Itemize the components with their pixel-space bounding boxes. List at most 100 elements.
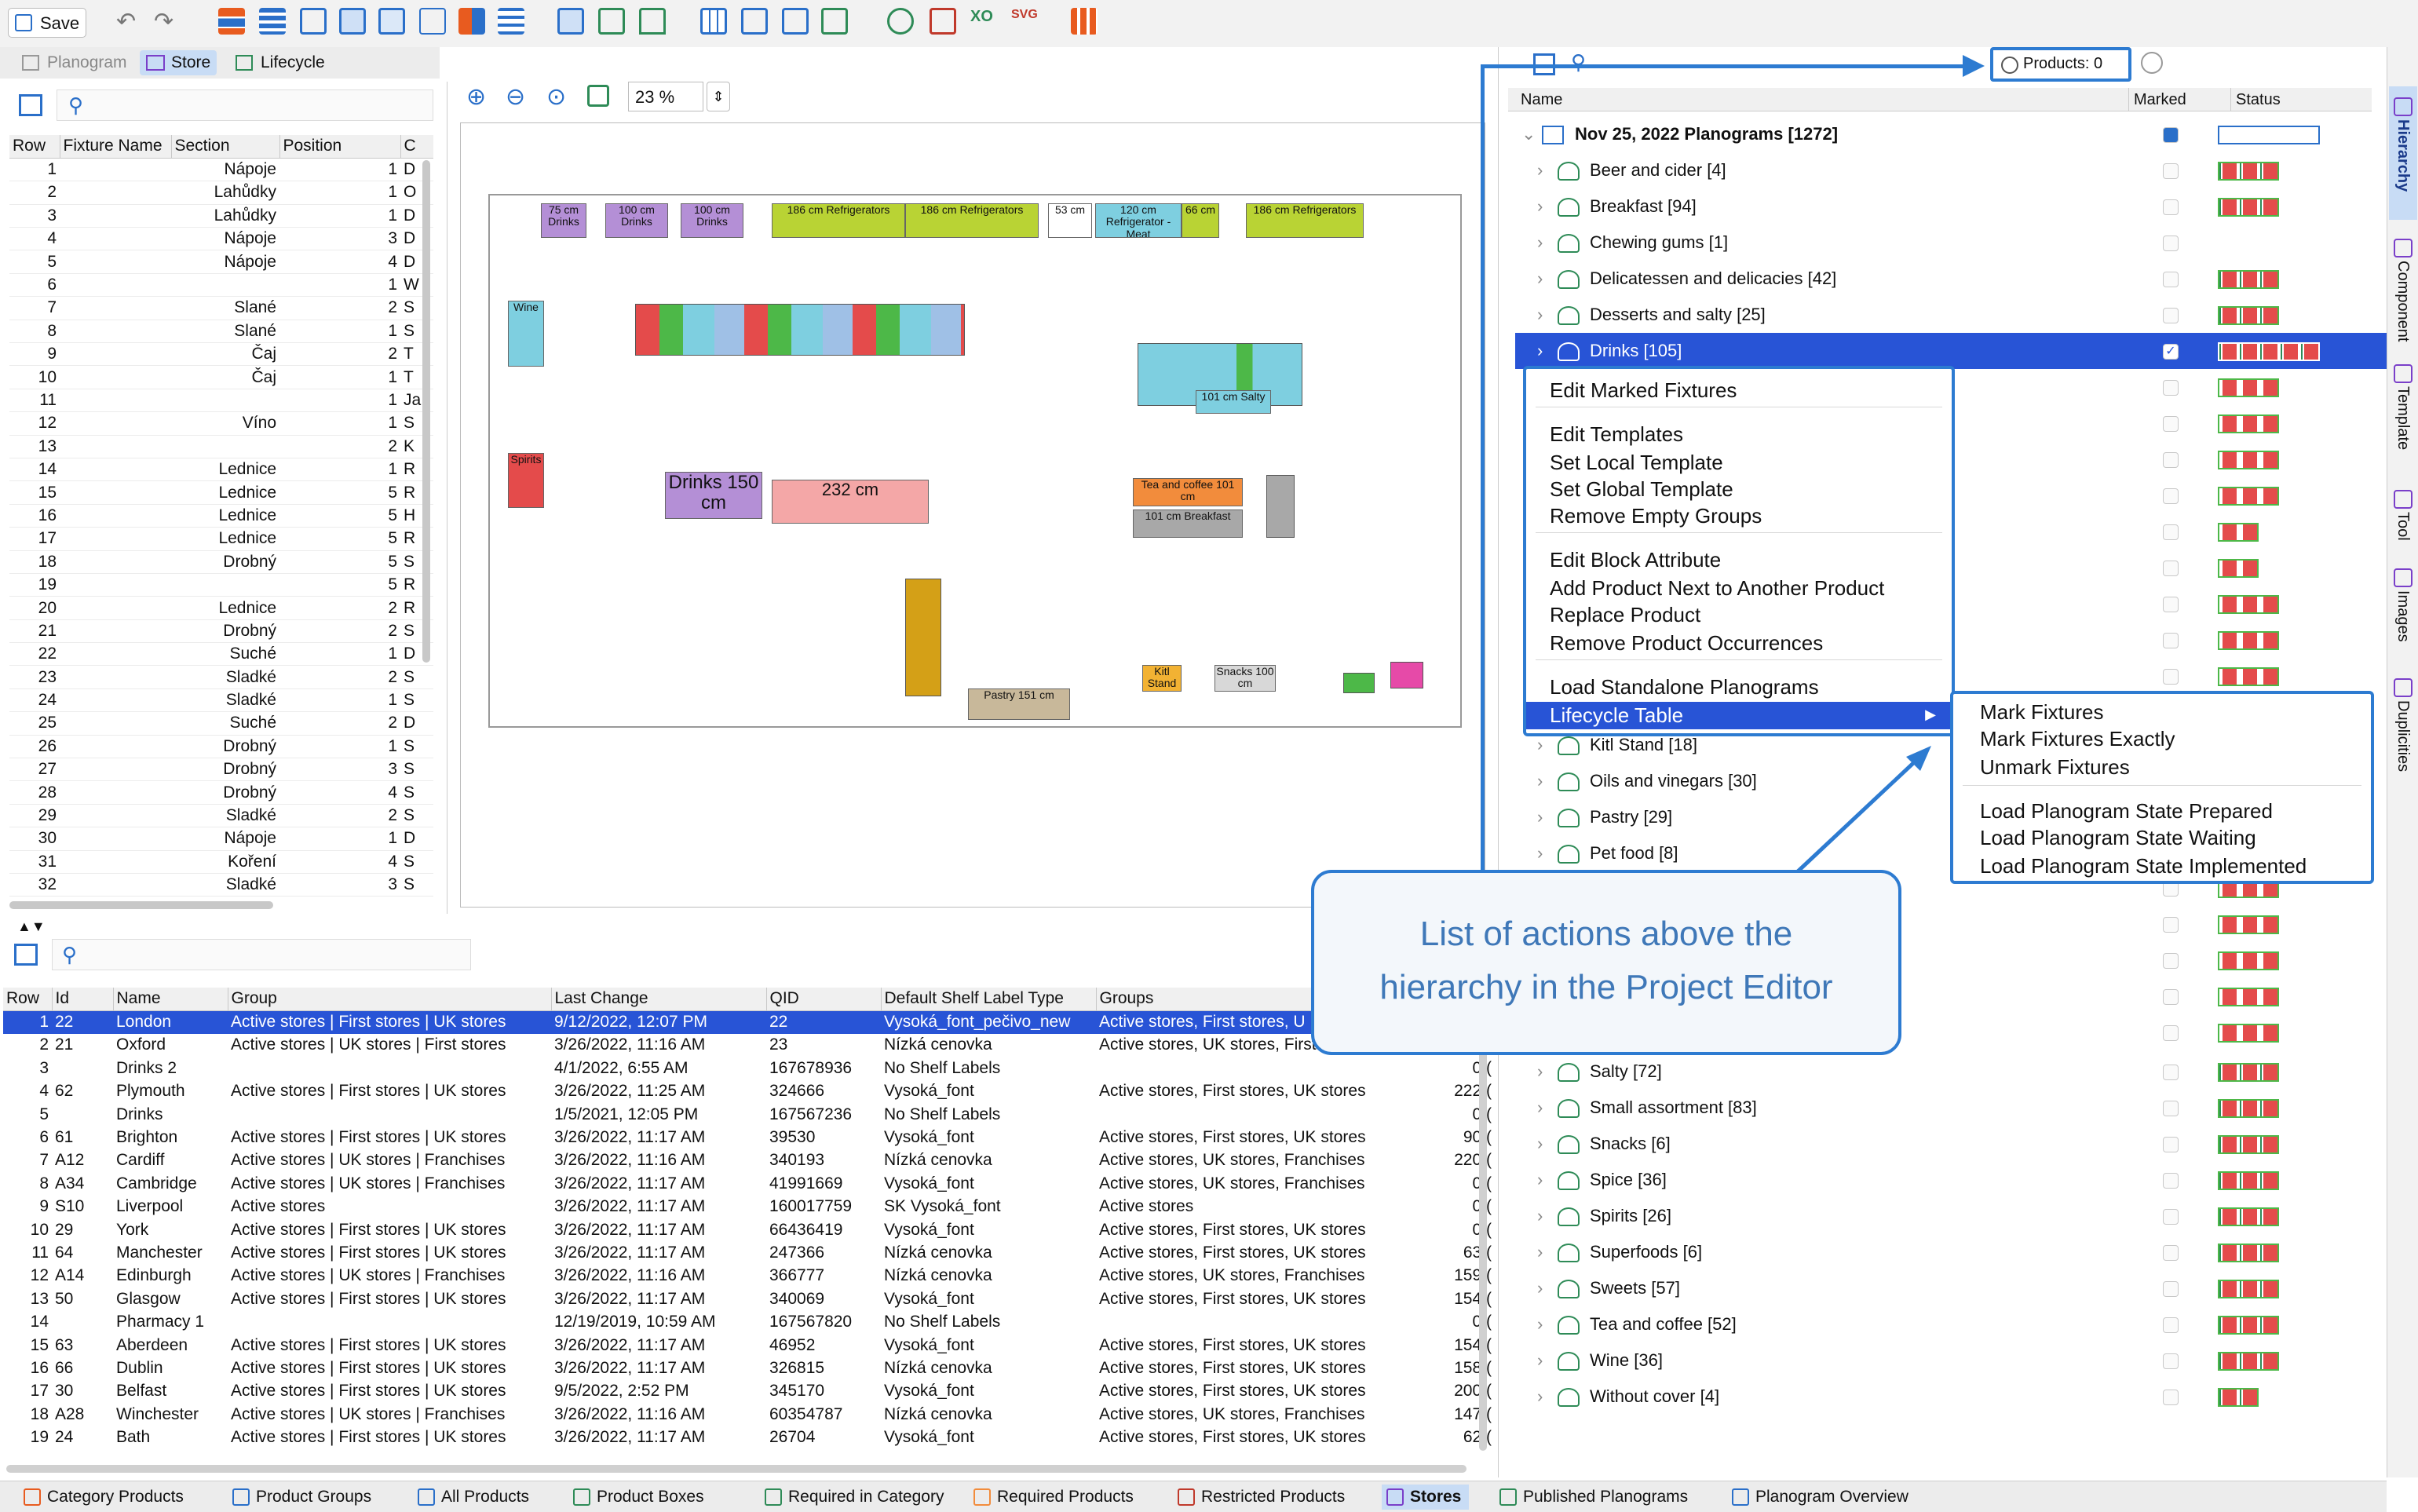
- marked-checkbox[interactable]: [2163, 917, 2179, 933]
- redo-icon[interactable]: ↷: [154, 8, 181, 35]
- marked-checkbox[interactable]: [2163, 488, 2179, 504]
- fixture-66[interactable]: 66 cm: [1182, 203, 1219, 238]
- table-row[interactable]: 9 S10 Liverpool Active stores 3/26/2022, 11:…: [3, 1196, 1495, 1218]
- table-row[interactable]: 28 Drobný 4 S: [9, 780, 433, 805]
- fixture-pink[interactable]: [1390, 662, 1423, 688]
- fixture-refrigerators-2[interactable]: 186 cm Refrigerators: [905, 203, 1039, 238]
- zoom-fit-icon[interactable]: ⊙: [546, 83, 566, 111]
- zoom-input[interactable]: 23 %: [628, 82, 703, 111]
- fixture-tea-coffee[interactable]: Tea and coffee 101 cm: [1133, 478, 1243, 506]
- sort-icon[interactable]: [218, 8, 245, 35]
- side-tab-component[interactable]: Component: [2391, 236, 2416, 341]
- table-row[interactable]: 4 62 Plymouth Active stores | First stores …: [3, 1080, 1495, 1103]
- table-row[interactable]: 24 Sladké 1 S: [9, 688, 433, 713]
- shelf-icon[interactable]: [598, 8, 625, 35]
- context-menu-item[interactable]: Lifecycle Table: [1526, 702, 1952, 729]
- marked-checkbox[interactable]: [2163, 669, 2179, 685]
- table-row[interactable]: 31 Koření 4 S: [9, 850, 433, 875]
- chevron-right-icon[interactable]: ›: [1537, 188, 1543, 225]
- chevron-right-icon[interactable]: ›: [1537, 1342, 1543, 1379]
- table-row[interactable]: 10 Čaj 1 T: [9, 365, 433, 389]
- stores-table-settings-icon[interactable]: [14, 944, 38, 966]
- fixture-refrigerators-1[interactable]: 186 cm Refrigerators: [772, 203, 905, 238]
- zoom-stepper[interactable]: ⇕: [707, 82, 730, 111]
- side-tab-duplicities[interactable]: Duplicities: [2391, 675, 2416, 772]
- bottom-tab-product-boxes[interactable]: Product Boxes: [568, 1485, 704, 1510]
- table-row[interactable]: 11 64 Manchester Active stores | First stor…: [3, 1241, 1495, 1264]
- chevron-right-icon[interactable]: ›: [1537, 1054, 1543, 1090]
- marked-checkbox[interactable]: [2163, 953, 2179, 969]
- table-icon[interactable]: [700, 8, 727, 35]
- table-row[interactable]: 4 Nápoje 3 D: [9, 227, 433, 251]
- breakfast-side[interactable]: [1266, 475, 1295, 538]
- marked-checkbox[interactable]: [2163, 1390, 2179, 1405]
- save-button[interactable]: Save: [8, 8, 86, 38]
- fixture-meat[interactable]: 120 cm Refrigerator - Meat: [1095, 203, 1182, 238]
- table-row[interactable]: 3 Drinks 2 4/1/2022, 6:55 AM 167678936 No Sh…: [3, 1057, 1495, 1079]
- bottom-tab-required-in-category[interactable]: Required in Category: [760, 1485, 944, 1510]
- table-row[interactable]: 11 1 Ja: [9, 389, 433, 413]
- table-row[interactable]: 15 63 Aberdeen Active stores | First stores…: [3, 1334, 1495, 1357]
- tree-row[interactable]: › Spice [36]: [1515, 1162, 2387, 1198]
- stores-table-header[interactable]: Group: [228, 988, 552, 1011]
- table-row[interactable]: 22 Suché 1 D: [9, 642, 433, 667]
- table-row[interactable]: 13 50 Glasgow Active stores | First stores …: [3, 1287, 1495, 1310]
- table-row[interactable]: 7 A12 Cardiff Active stores | UK stores | F…: [3, 1149, 1495, 1172]
- marked-checkbox[interactable]: [2163, 452, 2179, 468]
- context-menu-item[interactable]: Add Product Next to Another Product: [1550, 575, 1884, 602]
- marked-checkbox[interactable]: [2163, 561, 2179, 576]
- zoom-out-icon[interactable]: ⊖: [506, 83, 525, 111]
- tree-root-row[interactable]: ⌄ Nov 25, 2022 Planograms [1272]: [1515, 116, 2387, 152]
- chevron-right-icon[interactable]: ›: [1537, 799, 1543, 835]
- marked-checkbox[interactable]: [2163, 416, 2179, 432]
- table-row[interactable]: 3 Lahůdky 1 D: [9, 204, 433, 228]
- table-row[interactable]: 13 2 K: [9, 435, 433, 458]
- marked-checkbox[interactable]: [2163, 633, 2179, 648]
- chevron-right-icon[interactable]: ›: [1537, 297, 1543, 333]
- marked-checkbox[interactable]: [2163, 597, 2179, 612]
- fixture-wine[interactable]: Wine: [508, 301, 544, 367]
- marked-checkbox[interactable]: [2163, 380, 2179, 396]
- chevron-right-icon[interactable]: ›: [1537, 225, 1543, 261]
- fixture-table-header[interactable]: Fixture Name: [60, 135, 172, 159]
- table-row[interactable]: 17 Lednice 5 R: [9, 527, 433, 551]
- table-row[interactable]: 14 Lednice 1 R: [9, 458, 433, 482]
- marked-checkbox[interactable]: [2163, 1173, 2179, 1189]
- submenu-item[interactable]: Load Planogram State Waiting: [1980, 824, 2256, 852]
- cursor-icon[interactable]: [887, 8, 914, 35]
- submenu-item[interactable]: Load Planogram State Implemented: [1980, 853, 2307, 880]
- zoom-in-icon[interactable]: ⊕: [466, 83, 486, 111]
- fixture-spirits[interactable]: Spirits: [508, 453, 544, 508]
- chevron-right-icon[interactable]: ›: [1537, 333, 1543, 369]
- left-horizontal-scrollbar[interactable]: [9, 901, 273, 909]
- excel-icon[interactable]: XO: [970, 8, 997, 35]
- chevron-right-icon[interactable]: ›: [1537, 763, 1543, 799]
- tree-row[interactable]: › Spirits [26]: [1515, 1198, 2387, 1234]
- tree-row[interactable]: › Tea and coffee [52]: [1515, 1306, 2387, 1342]
- tree-row[interactable]: › Desserts and salty [25]: [1515, 297, 2387, 333]
- fixture-drinks-100a[interactable]: 100 cm Drinks: [605, 203, 668, 238]
- bottom-tab-product-groups[interactable]: Product Groups: [228, 1485, 371, 1510]
- list-icon[interactable]: [259, 8, 286, 35]
- fixture-drinks-100b[interactable]: 100 cm Drinks: [681, 203, 743, 238]
- tree-row[interactable]: › Wine [36]: [1515, 1342, 2387, 1379]
- context-menu-item[interactable]: Set Global Template: [1550, 476, 1733, 503]
- desserts-column[interactable]: [905, 579, 941, 696]
- marked-checkbox[interactable]: [2163, 1101, 2179, 1116]
- fixture-table-header[interactable]: Section: [171, 135, 280, 159]
- table-row[interactable]: 17 30 Belfast Active stores | First stores …: [3, 1380, 1495, 1403]
- layout-icon[interactable]: [557, 8, 584, 35]
- table-row[interactable]: 16 Lednice 5 H: [9, 504, 433, 528]
- table-row[interactable]: 8 Slané 1 S: [9, 320, 433, 344]
- bottom-tab-stores[interactable]: Stores: [1382, 1485, 1470, 1510]
- table-row[interactable]: 10 29 York Active stores | First stores | U…: [3, 1218, 1495, 1241]
- fixture-snacks[interactable]: Snacks 100 cm: [1214, 665, 1276, 692]
- products-filter-button[interactable]: Products: 0: [1990, 47, 2131, 82]
- fixture-search-input[interactable]: ⚲: [57, 89, 433, 121]
- fixture-small-green[interactable]: [1343, 673, 1375, 693]
- table-row[interactable]: 27 Drobný 3 S: [9, 758, 433, 782]
- tree-row[interactable]: › Drinks [105] ✓: [1515, 333, 2387, 369]
- store-icon[interactable]: [782, 8, 809, 35]
- fixture-refrigerators-3[interactable]: 186 cm Refrigerators: [1246, 203, 1364, 238]
- table-row[interactable]: 7 Slané 2 S: [9, 296, 433, 320]
